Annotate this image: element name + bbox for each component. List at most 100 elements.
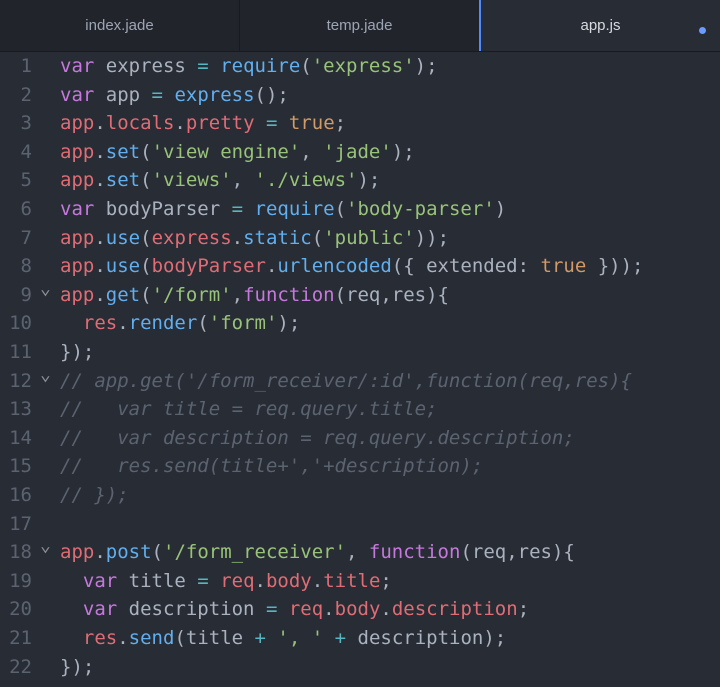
line-number: 8	[20, 255, 32, 278]
token-plain: .	[117, 627, 129, 649]
code-line[interactable]: 1 var express = require('express');	[0, 52, 720, 81]
token-operator: +	[334, 627, 347, 649]
token-string: 'view engine'	[151, 140, 301, 163]
code-text: var express = require('express');	[60, 52, 438, 81]
code-line[interactable]: 12 ⌄ // app.get('/form_receiver/:id',funct…	[0, 364, 720, 396]
code-text: app.use(express.static('public'));	[60, 224, 449, 253]
code-line[interactable]: 2 var app = express();	[0, 81, 720, 110]
token-operator: =	[265, 598, 278, 621]
token-variable: app	[60, 226, 95, 249]
token-plain: ;	[334, 112, 347, 135]
code-line[interactable]: 8 app.use(bodyParser.urlencoded({ extende…	[0, 252, 720, 281]
code-line[interactable]: 10 res.render('form');	[0, 309, 720, 338]
token-keyword: var	[60, 83, 95, 106]
token-function: express	[174, 83, 255, 106]
token-string: '/form_receiver'	[163, 541, 347, 564]
token-plain: (	[300, 55, 312, 77]
token-function: render	[128, 312, 198, 335]
code-text: app.locals.pretty = true;	[60, 109, 346, 138]
token-variable: app	[60, 283, 95, 306]
token-variable: app	[60, 541, 95, 564]
token-comment: // });	[60, 484, 129, 506]
modified-indicator[interactable]	[699, 27, 706, 34]
token-plain: .	[254, 569, 266, 592]
token-operator: =	[197, 569, 209, 592]
token-plain: title	[117, 569, 198, 592]
token-string: './views'	[254, 169, 358, 192]
chevron-down-icon[interactable]: ⌄	[40, 275, 51, 304]
token-plain: (req,res){	[334, 283, 449, 306]
token-string: 'jade'	[323, 140, 392, 163]
token-plain: (	[311, 226, 324, 249]
code-line[interactable]: 21 res.send(title + ', ' + description);	[0, 624, 720, 653]
code-line[interactable]: 7 app.use(express.static('public'));	[0, 224, 720, 253]
token-function: post	[105, 541, 152, 564]
line-number: 17	[9, 512, 32, 535]
code-line[interactable]: 4 app.set('view engine', 'jade');	[0, 138, 720, 167]
token-plain: .	[174, 112, 186, 135]
token-plain: .	[94, 255, 106, 278]
code-line[interactable]: 15 // res.send(title+','+description);	[0, 452, 720, 481]
token-variable: res	[82, 627, 118, 649]
code-line[interactable]: 9 ⌄ app.get('/form',function(req,res){	[0, 278, 720, 310]
token-variable: body	[265, 569, 312, 592]
code-line[interactable]: 19 var title = req.body.title;	[0, 567, 720, 596]
token-function: send	[128, 627, 175, 649]
token-function: require	[220, 55, 301, 77]
token-plain: (	[140, 140, 152, 163]
token-string: 'body-parser'	[346, 198, 495, 220]
token-plain: });	[60, 655, 95, 678]
code-text: });	[60, 653, 94, 682]
code-line[interactable]: 11});	[0, 338, 720, 367]
token-variable: description	[391, 598, 518, 621]
token-plain: ));	[414, 226, 450, 249]
code-line[interactable]: 20 var description = req.body.descriptio…	[0, 595, 720, 624]
code-line[interactable]: 3 app.locals.pretty = true;	[0, 109, 720, 138]
code-line[interactable]: 22});	[0, 653, 720, 682]
token-variable: req	[288, 598, 324, 621]
token-plain: .	[94, 541, 106, 564]
token-plain: .	[311, 569, 324, 592]
line-number: 22	[9, 655, 32, 678]
code-line[interactable]: 16 // });	[0, 481, 720, 510]
token-string: 'views'	[151, 169, 232, 192]
token-plain: ;	[380, 569, 392, 592]
code-text: res.send(title + ', ' + description);	[60, 624, 506, 653]
token-variable: pretty	[185, 112, 255, 135]
code-line[interactable]: 18 ⌄ app.post('/form_receiver', function(r…	[0, 535, 720, 567]
line-number: 20	[9, 598, 32, 621]
line-number: 16	[9, 484, 32, 506]
token-plain: ({ extended:	[391, 255, 541, 278]
token-plain: (	[151, 541, 163, 564]
line-number: 9	[20, 283, 32, 306]
code-line[interactable]: 6 var bodyParser = require('body-parser')	[0, 195, 720, 224]
token-plain: (	[140, 226, 152, 249]
tab-temp-jade[interactable]: temp.jade	[239, 0, 479, 51]
chevron-down-icon[interactable]: ⌄	[40, 361, 51, 390]
token-plain: (	[197, 312, 209, 335]
token-constant: true	[288, 112, 335, 135]
token-plain: ,	[300, 140, 324, 163]
line-number: 13	[9, 398, 32, 421]
token-function: static	[243, 226, 312, 249]
code-editor[interactable]: 1 var express = require('express'); 2 var a…	[0, 52, 720, 687]
token-plain: .	[94, 112, 106, 135]
code-text: // });	[60, 481, 129, 510]
token-plain: .	[94, 169, 106, 192]
token-keyword: var	[82, 598, 118, 621]
code-line[interactable]: 14 // var description = req.query.descrip…	[0, 424, 720, 453]
token-function: get	[105, 283, 141, 306]
chevron-down-icon[interactable]: ⌄	[40, 532, 51, 561]
tab-index-jade[interactable]: index.jade	[0, 0, 239, 51]
code-line[interactable]: 13 // var title = req.query.title;	[0, 395, 720, 424]
code-text: app.use(bodyParser.urlencoded({ extended…	[60, 252, 643, 281]
code-line[interactable]: 5 app.set('views', './views');	[0, 166, 720, 195]
code-line[interactable]: 17	[0, 510, 720, 539]
tab-app-js[interactable]: app.js	[479, 0, 720, 51]
line-number: 1	[20, 55, 32, 77]
